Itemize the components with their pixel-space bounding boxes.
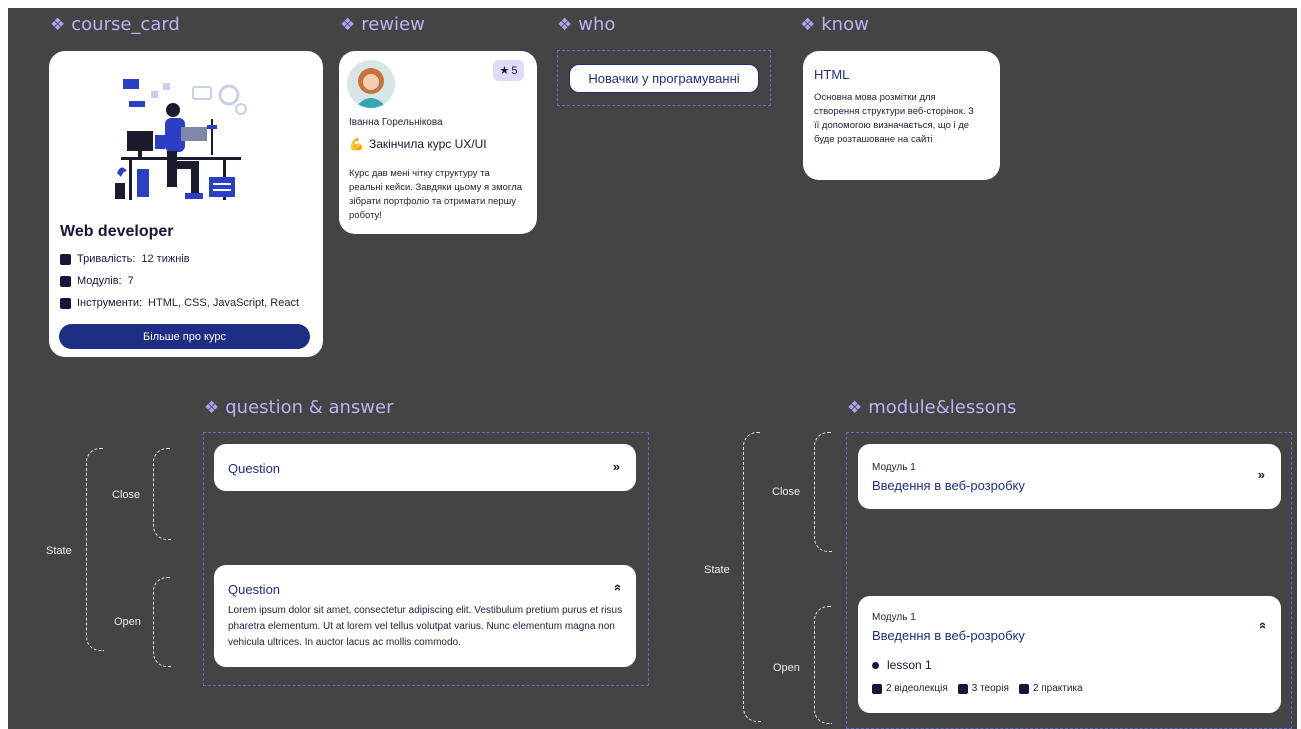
module-title: Введення в веб-розробку bbox=[872, 628, 1025, 643]
course-tools: Інструменти: HTML, CSS, JavaScript, Reac… bbox=[60, 297, 299, 309]
review-text: Курс дав мені чітку структуру та реальні… bbox=[349, 168, 523, 221]
diamond-four-icon: ❖ bbox=[557, 14, 573, 35]
module-item-closed[interactable]: Модуль 1 Введення в веб-розробку » bbox=[858, 444, 1281, 509]
video-icon bbox=[872, 683, 882, 694]
chevron-double-up-icon[interactable]: » bbox=[1254, 622, 1269, 629]
modules-open-brace bbox=[814, 606, 832, 724]
clipboard-icon bbox=[1018, 683, 1029, 694]
reviewer-name: Іванна Горельнікова bbox=[349, 117, 443, 128]
calendar-icon bbox=[60, 253, 71, 265]
reviewer-course: 💪 Закінчила курс UX/UI bbox=[349, 137, 487, 151]
course-card: Web developer Тривалість: 12 тижнів Моду… bbox=[49, 51, 323, 357]
section-title-know: ❖ know bbox=[800, 14, 869, 35]
design-canvas: ❖ course_card ❖ rewiew ❖ who ❖ know ❖ qu… bbox=[8, 8, 1297, 729]
diamond-four-icon: ❖ bbox=[340, 14, 356, 35]
chevron-double-down-icon[interactable]: » bbox=[613, 459, 620, 474]
bullet-icon bbox=[872, 661, 879, 669]
rating-badge: ★ 5 bbox=[493, 60, 524, 81]
review-card: ★ 5 Іванна Горельнікова 💪 Закінчила курс… bbox=[339, 51, 537, 234]
diamond-four-icon: ❖ bbox=[204, 397, 220, 418]
course-more-button[interactable]: Більше про курс bbox=[59, 324, 310, 349]
chevron-double-down-icon[interactable]: » bbox=[1258, 467, 1265, 482]
chevron-double-up-icon[interactable]: » bbox=[609, 584, 624, 591]
star-icon: ★ bbox=[499, 65, 510, 77]
section-title-modules: ❖ module&lessons bbox=[847, 397, 1017, 418]
document-icon bbox=[957, 683, 968, 694]
qa-close-label: Close bbox=[112, 489, 141, 501]
section-title-qa: ❖ question & answer bbox=[204, 397, 394, 418]
qa-question: Question bbox=[228, 461, 281, 476]
section-title-who: ❖ who bbox=[557, 14, 616, 35]
modules-close-brace bbox=[814, 432, 832, 552]
modules-state-brace bbox=[743, 432, 761, 722]
lesson-theory: 3 теорія bbox=[957, 683, 1009, 694]
modules-close-label: Close bbox=[772, 486, 801, 498]
developer-illustration bbox=[115, 79, 247, 200]
qa-open-brace bbox=[153, 577, 171, 667]
modules-state-label: State bbox=[704, 564, 730, 576]
qa-open-label: Open bbox=[114, 616, 141, 628]
course-title: Web developer bbox=[60, 223, 174, 240]
laptop-icon bbox=[60, 297, 71, 309]
lesson-item[interactable]: lesson 1 bbox=[872, 658, 932, 672]
lesson-practice: 2 практика bbox=[1018, 683, 1083, 694]
qa-item-open[interactable]: Question » Lorem ipsum dolor sit amet, c… bbox=[214, 565, 636, 667]
qa-close-brace bbox=[153, 448, 171, 540]
modules-open-label: Open bbox=[773, 662, 800, 674]
know-card: HTML Основна мова розмітки для створення… bbox=[803, 51, 1000, 180]
section-title-review: ❖ rewiew bbox=[340, 14, 425, 35]
flexed-arm-icon: 💪 bbox=[349, 137, 364, 151]
module-number: Модуль 1 bbox=[872, 462, 916, 473]
qa-state-label: State bbox=[46, 545, 72, 557]
qa-answer: Lorem ipsum dolor sit amet, consectetur … bbox=[228, 605, 623, 648]
diamond-four-icon: ❖ bbox=[847, 397, 863, 418]
book-icon bbox=[60, 275, 71, 287]
course-duration: Тривалість: 12 тижнів bbox=[60, 253, 190, 265]
section-title-course-card: ❖ course_card bbox=[50, 14, 180, 35]
diamond-four-icon: ❖ bbox=[50, 14, 66, 35]
lesson-videos: 2 відеолекція bbox=[872, 683, 948, 694]
module-item-open[interactable]: Модуль 1 Введення в веб-розробку » lesso… bbox=[858, 596, 1281, 713]
lesson-meta: 2 відеолекція 3 теорія 2 практика bbox=[872, 683, 1083, 694]
qa-item-closed[interactable]: Question » bbox=[214, 444, 636, 491]
know-title: HTML bbox=[814, 67, 850, 82]
avatar bbox=[347, 60, 395, 108]
avatar-image bbox=[347, 60, 395, 108]
diamond-four-icon: ❖ bbox=[800, 14, 816, 35]
qa-question: Question bbox=[228, 582, 281, 597]
know-text: Основна мова розмітки для створення стру… bbox=[814, 92, 974, 145]
module-title: Введення в веб-розробку bbox=[872, 478, 1025, 493]
qa-state-brace bbox=[86, 448, 104, 651]
module-number: Модуль 1 bbox=[872, 612, 916, 623]
course-modules: Модулів: 7 bbox=[60, 275, 134, 287]
audience-tag: Новачки у програмуванні bbox=[569, 64, 759, 93]
